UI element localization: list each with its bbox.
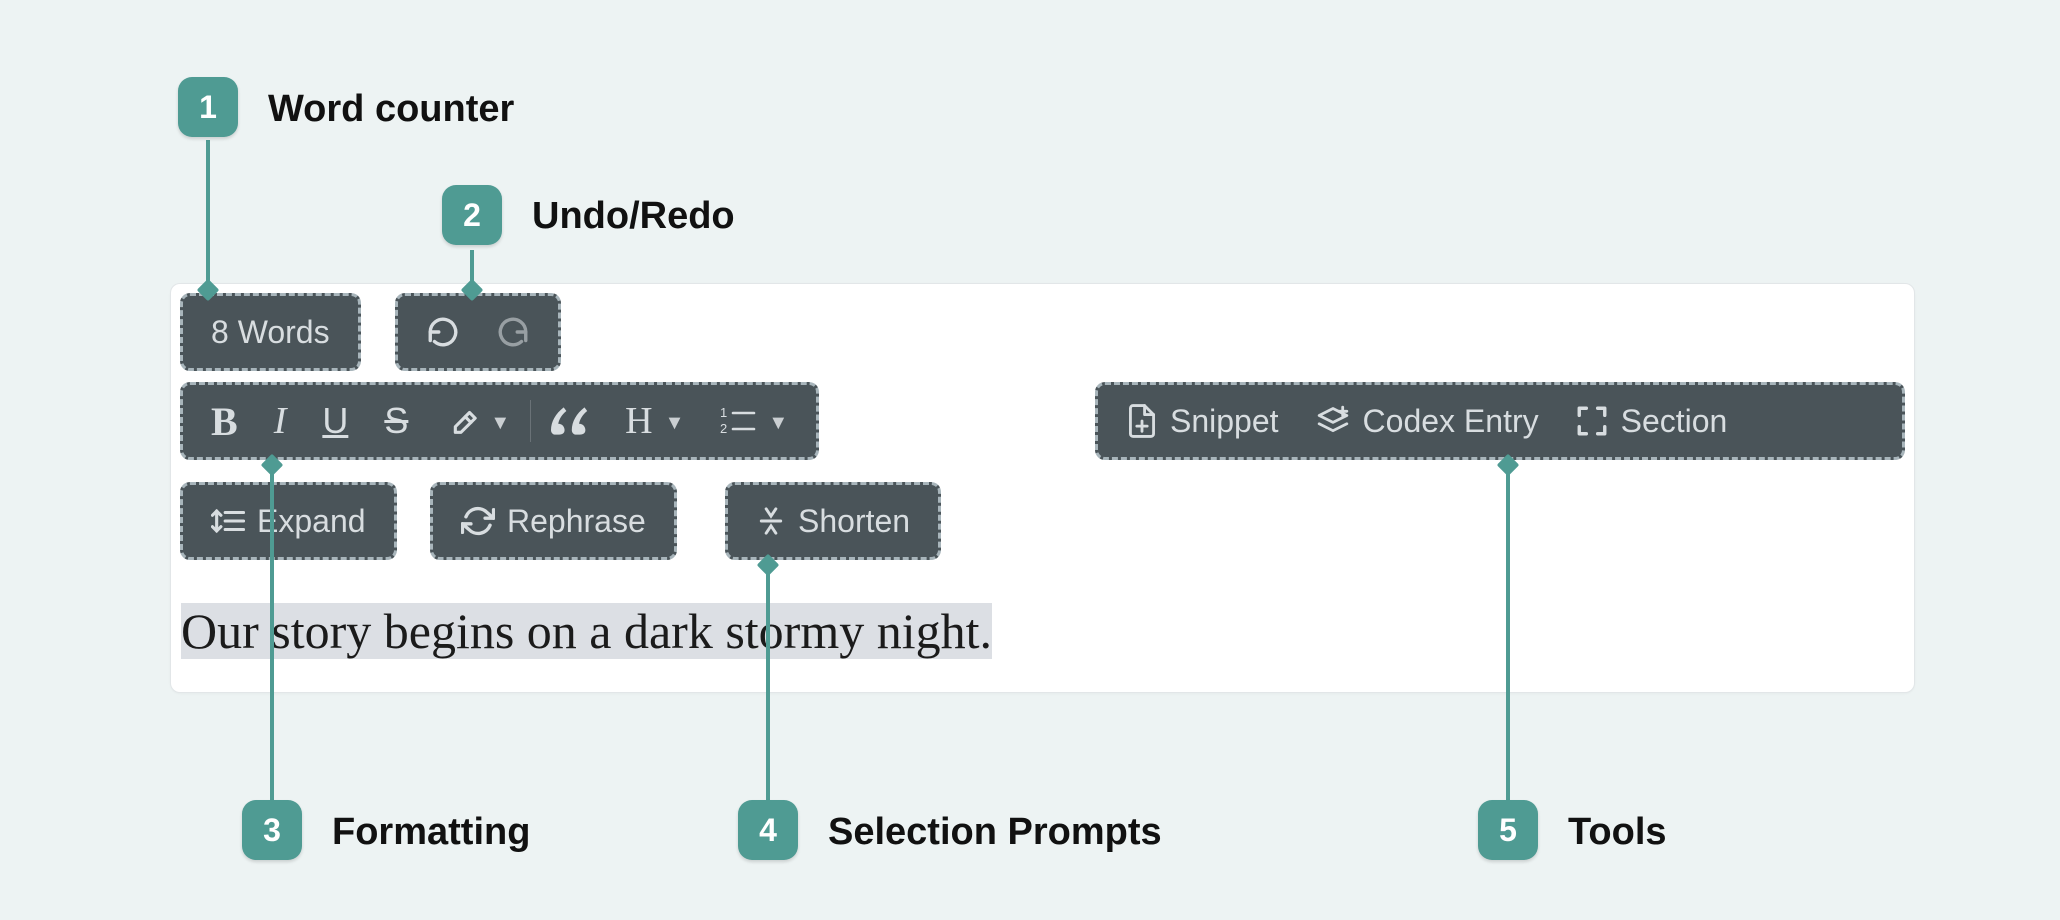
word-count[interactable]: 8 Words — [193, 296, 348, 368]
snippet-label: Snippet — [1170, 403, 1279, 440]
codex-entry-button[interactable]: Codex Entry — [1297, 385, 1557, 457]
rephrase-label: Rephrase — [507, 503, 646, 540]
editor-selected-text[interactable]: Our story begins on a dark stormy night. — [181, 604, 992, 659]
refresh-icon — [461, 504, 495, 538]
selected-text[interactable]: Our story begins on a dark stormy night. — [181, 603, 992, 659]
heading-button[interactable]: H ▼ — [607, 385, 702, 457]
quote-icon — [551, 406, 589, 436]
callout-badge-1: 1 — [178, 77, 238, 137]
shorten-button[interactable]: Shorten — [738, 485, 928, 557]
collapse-icon — [756, 504, 786, 538]
svg-text:2: 2 — [720, 421, 727, 436]
shorten-label: Shorten — [798, 503, 910, 540]
expand-group: Expand — [180, 482, 397, 560]
bold-button[interactable]: B — [193, 385, 256, 457]
callout-label-tools: Tools — [1568, 811, 1667, 854]
undo-button[interactable] — [408, 296, 478, 368]
callout-badge-5: 5 — [1478, 800, 1538, 860]
expand-icon — [211, 504, 245, 538]
strikethrough-icon: S — [384, 400, 408, 442]
section-icon — [1575, 404, 1609, 438]
section-button[interactable]: Section — [1557, 385, 1746, 457]
heading-icon: H — [625, 399, 652, 443]
callout-label-word-counter: Word counter — [268, 88, 514, 131]
bold-icon: B — [211, 398, 238, 445]
list-button[interactable]: 12 ▼ — [702, 385, 806, 457]
callout-label-formatting: Formatting — [332, 811, 530, 854]
underline-button[interactable]: U — [304, 385, 366, 457]
ordered-list-icon: 12 — [720, 405, 756, 437]
chevron-down-icon: ▼ — [665, 412, 685, 435]
connector-line — [766, 565, 770, 800]
snippet-button[interactable]: Snippet — [1108, 385, 1297, 457]
chevron-down-icon: ▼ — [490, 412, 510, 435]
section-label: Section — [1621, 403, 1728, 440]
undo-redo-group — [395, 293, 561, 371]
shorten-group: Shorten — [725, 482, 941, 560]
word-count-group: 8 Words — [180, 293, 361, 371]
blockquote-button[interactable] — [533, 385, 607, 457]
connector-line — [1506, 465, 1510, 800]
layers-plus-icon — [1315, 404, 1351, 438]
highlight-button[interactable]: ▼ — [426, 385, 528, 457]
undo-icon — [426, 315, 460, 349]
connector-line — [206, 140, 210, 290]
redo-button[interactable] — [478, 296, 548, 368]
rephrase-button[interactable]: Rephrase — [443, 485, 664, 557]
callout-label-undo-redo: Undo/Redo — [532, 195, 735, 238]
italic-icon: I — [274, 399, 287, 443]
callout-label-selection-prompts: Selection Prompts — [828, 811, 1162, 854]
callout-badge-3: 3 — [242, 800, 302, 860]
tools-group: Snippet Codex Entry Section — [1095, 382, 1905, 460]
formatting-group: B I U S ▼ H ▼ 12 — [180, 382, 819, 460]
strikethrough-button[interactable]: S — [366, 385, 426, 457]
file-plus-icon — [1126, 403, 1158, 439]
callout-badge-2: 2 — [442, 185, 502, 245]
connector-line — [270, 465, 274, 800]
annotated-editor-screenshot: Our story begins on a dark stormy night.… — [0, 0, 2060, 920]
rephrase-group: Rephrase — [430, 482, 677, 560]
callout-badge-4: 4 — [738, 800, 798, 860]
svg-text:1: 1 — [720, 405, 727, 420]
underline-icon: U — [322, 400, 348, 442]
separator — [530, 400, 531, 442]
redo-icon — [496, 315, 530, 349]
expand-button[interactable]: Expand — [193, 485, 384, 557]
italic-button[interactable]: I — [256, 385, 305, 457]
chevron-down-icon: ▼ — [768, 412, 788, 435]
codex-label: Codex Entry — [1363, 403, 1539, 440]
highlighter-icon — [444, 404, 478, 438]
